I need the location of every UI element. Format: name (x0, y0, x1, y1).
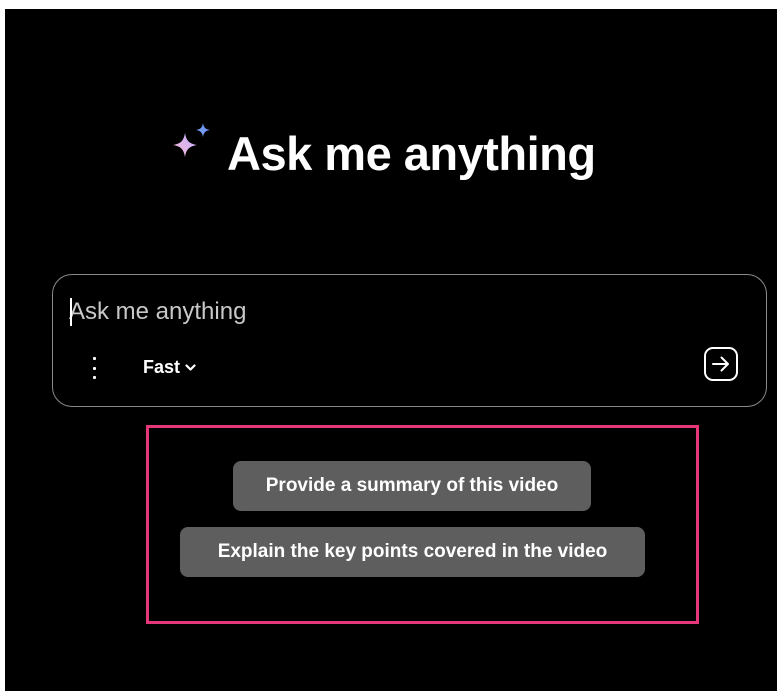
arrow-right-icon (712, 356, 729, 372)
chevron-down-icon (185, 363, 196, 371)
suggestion-key-points-button[interactable]: Explain the key points covered in the vi… (180, 527, 645, 577)
more-options-button[interactable] (89, 357, 99, 379)
ai-chat-panel: Ask me anything Fast Provide a summary o… (5, 9, 777, 691)
mode-dropdown[interactable]: Fast (143, 357, 196, 378)
welcome-title: Ask me anything (227, 126, 596, 180)
chat-composer: Fast (52, 274, 767, 407)
welcome-heading: Ask me anything (167, 123, 596, 180)
send-button[interactable] (704, 347, 738, 381)
suggested-prompts: Provide a summary of this video Explain … (146, 425, 699, 624)
text-caret (70, 298, 72, 326)
mode-label: Fast (143, 357, 181, 377)
vertical-ellipsis-icon (92, 357, 96, 360)
suggestion-summary-button[interactable]: Provide a summary of this video (233, 461, 591, 511)
prompt-input[interactable] (69, 295, 669, 329)
sparkle-icon (173, 123, 210, 157)
